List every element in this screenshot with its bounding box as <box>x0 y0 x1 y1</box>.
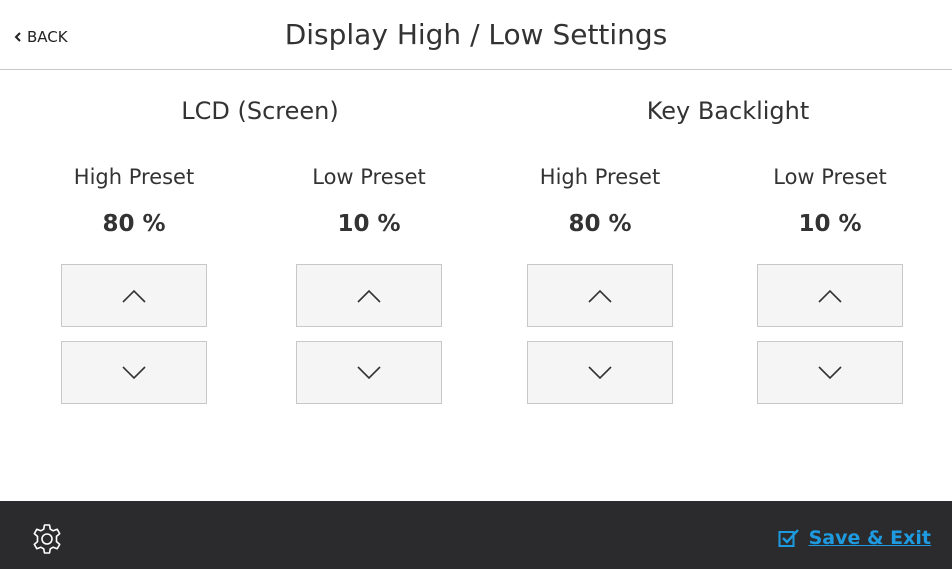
lcd-low-increase-button[interactable] <box>296 264 442 327</box>
checkbox-check-icon <box>778 529 799 547</box>
chevron-up-icon <box>122 289 146 303</box>
key-low-preset-column: Low Preset 10 % <box>757 165 903 237</box>
preset-label: Low Preset <box>312 165 426 189</box>
key-high-preset-column: High Preset 80 % <box>527 165 673 237</box>
preset-label: High Preset <box>73 165 195 189</box>
chevron-up-icon <box>588 289 612 303</box>
lcd-low-decrease-button[interactable] <box>296 341 442 404</box>
chevron-down-icon <box>588 365 612 379</box>
chevron-down-icon <box>357 365 381 379</box>
preset-label: High Preset <box>539 165 661 189</box>
footer-bar: Save & Exit <box>0 501 952 569</box>
chevron-down-icon <box>818 365 842 379</box>
key-high-increase-button[interactable] <box>527 264 673 327</box>
chevron-up-icon <box>818 289 842 303</box>
preset-value: 10 % <box>337 211 401 237</box>
lcd-high-preset-column: High Preset 80 % <box>61 165 207 237</box>
preset-value: 80 % <box>568 211 632 237</box>
lcd-low-preset-column: Low Preset 10 % <box>296 165 442 237</box>
header-bar: BACK Display High / Low Settings <box>0 0 952 70</box>
save-exit-label: Save & Exit <box>808 527 931 549</box>
chevron-up-icon <box>357 289 381 303</box>
key-low-increase-button[interactable] <box>757 264 903 327</box>
section-title-key-backlight: Key Backlight <box>646 97 810 125</box>
page-title: Display High / Low Settings <box>284 18 668 51</box>
key-low-decrease-button[interactable] <box>757 341 903 404</box>
preset-label: Low Preset <box>773 165 887 189</box>
preset-value: 10 % <box>798 211 862 237</box>
section-title-lcd: LCD (Screen) <box>181 97 339 125</box>
gear-icon[interactable] <box>30 522 64 556</box>
save-exit-button[interactable]: Save & Exit <box>778 527 931 549</box>
chevron-down-icon <box>122 365 146 379</box>
lcd-high-decrease-button[interactable] <box>61 341 207 404</box>
lcd-high-increase-button[interactable] <box>61 264 207 327</box>
preset-value: 80 % <box>102 211 166 237</box>
key-high-decrease-button[interactable] <box>527 341 673 404</box>
